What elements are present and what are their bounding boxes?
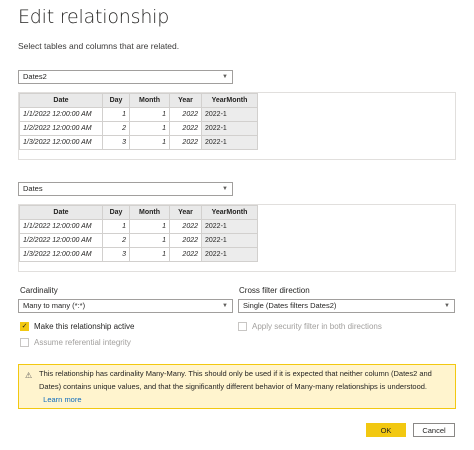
table-row: 1/3/2022 12:00:00 AM 3 1 2022 2022-1	[19, 135, 258, 150]
table-cell: 2022-1	[201, 107, 258, 122]
active-checkbox[interactable]: ✓	[20, 322, 29, 331]
learn-more-link[interactable]: Learn more	[43, 395, 81, 404]
table-cell: 2022	[169, 121, 202, 136]
table-cell: 1	[129, 219, 170, 234]
security-checkbox-label: Apply security filter in both directions	[252, 322, 382, 331]
table-cell: 1	[129, 107, 170, 122]
table1-col-date: Date	[19, 93, 103, 108]
warning-text: This relationship has cardinality Many-M…	[39, 369, 432, 391]
table-cell: 2022-1	[201, 247, 258, 262]
table2-select-value: Dates	[23, 184, 43, 193]
chevron-down-icon: ▼	[444, 303, 450, 309]
chevron-down-icon: ▼	[222, 303, 228, 309]
table-cell: 1/3/2022 12:00:00 AM	[19, 247, 103, 262]
table1-preview: Date Day Month Year YearMonth 1/1/2022 1…	[18, 92, 456, 160]
integrity-checkbox	[20, 338, 29, 347]
table-cell: 2022-1	[201, 219, 258, 234]
security-checkbox-row: Apply security filter in both directions	[238, 322, 382, 331]
table-cell: 1/2/2022 12:00:00 AM	[19, 233, 103, 248]
cancel-button[interactable]: Cancel	[413, 423, 455, 437]
table-cell: 3	[102, 247, 130, 262]
table-cell: 2022-1	[201, 135, 258, 150]
cross-filter-value: Single (Dates filters Dates2)	[243, 301, 337, 310]
table-cell: 1/3/2022 12:00:00 AM	[19, 135, 103, 150]
ok-button[interactable]: OK	[366, 423, 406, 437]
cardinality-label: Cardinality	[20, 286, 58, 295]
table-row: 1/1/2022 12:00:00 AM 1 1 2022 2022-1	[19, 219, 258, 234]
checkmark-icon: ✓	[21, 323, 28, 330]
table2-col-date: Date	[19, 205, 103, 220]
warning-icon: ⚠	[25, 371, 33, 380]
table-cell: 2022	[169, 135, 202, 150]
table-row: 1/3/2022 12:00:00 AM 3 1 2022 2022-1	[19, 247, 258, 262]
table2-col-day: Day	[102, 205, 130, 220]
active-checkbox-row[interactable]: ✓ Make this relationship active	[20, 322, 135, 331]
table-cell: 1	[102, 107, 130, 122]
table-cell: 1	[102, 219, 130, 234]
table1-header-row: Date Day Month Year YearMonth	[19, 93, 258, 108]
table-cell: 1/2/2022 12:00:00 AM	[19, 121, 103, 136]
table-cell: 3	[102, 135, 130, 150]
table-cell: 1	[129, 233, 170, 248]
table-row: 1/1/2022 12:00:00 AM 1 1 2022 2022-1	[19, 107, 258, 122]
table-row: 1/2/2022 12:00:00 AM 2 1 2022 2022-1	[19, 121, 258, 136]
table-row: 1/2/2022 12:00:00 AM 2 1 2022 2022-1	[19, 233, 258, 248]
chevron-down-icon: ▼	[222, 74, 228, 80]
table2-header-row: Date Day Month Year YearMonth	[19, 205, 258, 220]
table-cell: 1	[129, 121, 170, 136]
warning-banner: ⚠ This relationship has cardinality Many…	[18, 364, 456, 409]
table1-col-day: Day	[102, 93, 130, 108]
table-cell: 1/1/2022 12:00:00 AM	[19, 219, 103, 234]
table2-grid: Date Day Month Year YearMonth 1/1/2022 1…	[19, 205, 258, 262]
security-checkbox	[238, 322, 247, 331]
cross-filter-select[interactable]: Single (Dates filters Dates2) ▼	[238, 299, 455, 313]
table-cell: 1/1/2022 12:00:00 AM	[19, 107, 103, 122]
integrity-checkbox-row: Assume referential integrity	[20, 338, 131, 347]
table2-col-month: Month	[129, 205, 170, 220]
table1-col-month: Month	[129, 93, 170, 108]
table1-col-year: Year	[169, 93, 202, 108]
dialog-subtitle: Select tables and columns that are relat…	[18, 41, 180, 51]
table-cell: 1	[129, 135, 170, 150]
dialog-title: Edit relationship	[18, 6, 170, 28]
cardinality-value: Many to many (*:*)	[23, 301, 86, 310]
table1-col-yearmonth: YearMonth	[201, 93, 258, 108]
cross-filter-label: Cross filter direction	[239, 286, 310, 295]
active-checkbox-label: Make this relationship active	[34, 322, 135, 331]
table2-col-year: Year	[169, 205, 202, 220]
table-cell: 2022	[169, 107, 202, 122]
table-cell: 2022-1	[201, 233, 258, 248]
table1-select-value: Dates2	[23, 72, 47, 81]
table-cell: 2	[102, 233, 130, 248]
table2-select[interactable]: Dates ▼	[18, 182, 233, 196]
table2-preview: Date Day Month Year YearMonth 1/1/2022 1…	[18, 204, 456, 272]
table-cell: 2022	[169, 247, 202, 262]
table-cell: 2022-1	[201, 121, 258, 136]
cardinality-select[interactable]: Many to many (*:*) ▼	[18, 299, 233, 313]
table1-select[interactable]: Dates2 ▼	[18, 70, 233, 84]
table-cell: 2022	[169, 219, 202, 234]
table-cell: 1	[129, 247, 170, 262]
chevron-down-icon: ▼	[222, 186, 228, 192]
table1-grid: Date Day Month Year YearMonth 1/1/2022 1…	[19, 93, 258, 150]
table2-col-yearmonth: YearMonth	[201, 205, 258, 220]
table-cell: 2022	[169, 233, 202, 248]
table-cell: 2	[102, 121, 130, 136]
integrity-checkbox-label: Assume referential integrity	[34, 338, 131, 347]
